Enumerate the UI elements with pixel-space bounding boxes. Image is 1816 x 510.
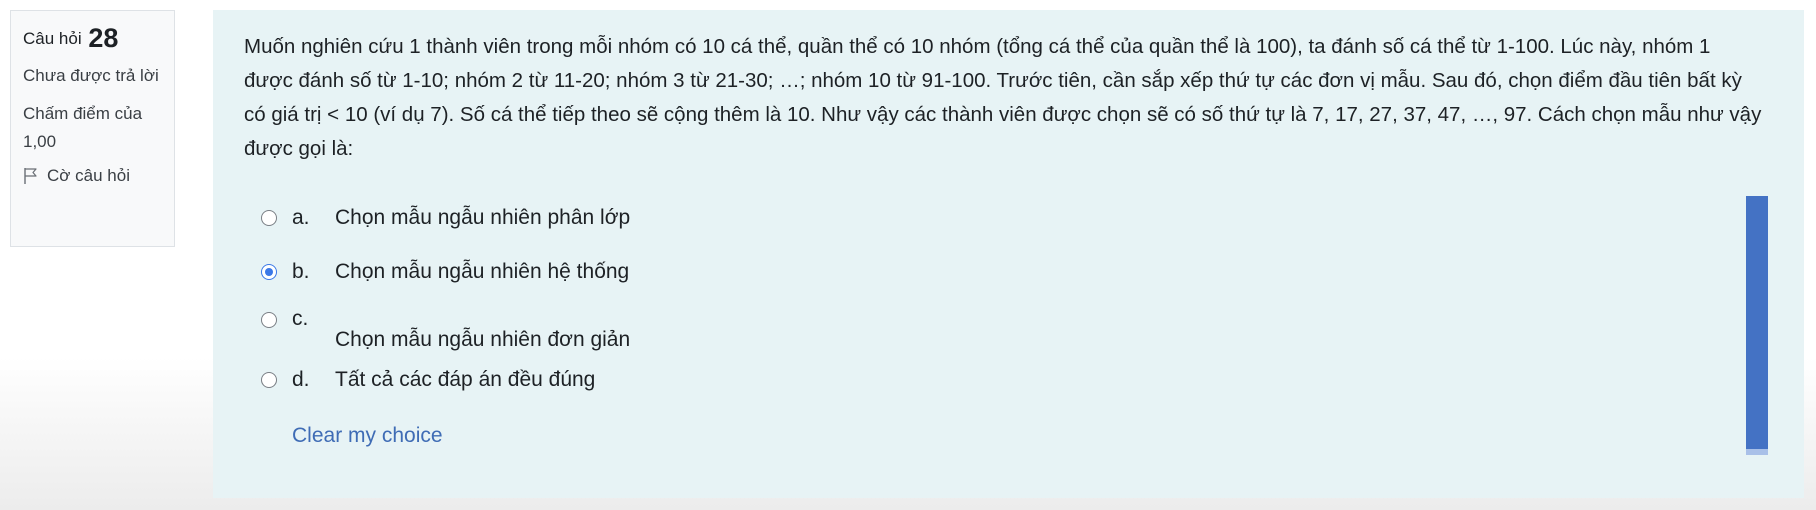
question-label: Câu hỏi [23,29,82,48]
answer-letter-b: b. [292,260,310,283]
answer-text-c[interactable]: Chọn mẫu ngẫu nhiên đơn giản [335,326,630,354]
answer-option-b[interactable]: b. Chọn mẫu ngẫu nhiên hệ thống [244,258,1776,312]
answer-option-d[interactable]: d. Tất cả các đáp án đều đúng [244,366,1776,420]
question-grade: Chấm điểm của 1,00 [23,104,143,151]
answer-options: a. Chọn mẫu ngẫu nhiên phân lớp b. Chọn … [244,204,1776,420]
answer-letter-a: a. [292,206,310,229]
flag-question-button[interactable]: Cờ câu hỏi [23,166,162,186]
flag-question-label: Cờ câu hỏi [47,166,130,185]
radio-d[interactable] [261,372,277,388]
answer-text-b[interactable]: Chọn mẫu ngẫu nhiên hệ thống [335,258,629,286]
question-number: Câu hỏi 28 [23,25,162,52]
question-state: Chưa được trả lời [23,66,159,85]
question-content: Muốn nghiên cứu 1 thành viên trong mỗi n… [213,10,1804,498]
answer-option-c[interactable]: c. Chọn mẫu ngẫu nhiên đơn giản [244,307,1776,366]
answer-text-a[interactable]: Chọn mẫu ngẫu nhiên phân lớp [335,204,630,232]
question-info-panel: Câu hỏi 28 Chưa được trả lời Chấm điểm c… [10,10,175,247]
answer-letter-c: c. [292,307,309,330]
answer-option-a[interactable]: a. Chọn mẫu ngẫu nhiên phân lớp [244,204,1776,258]
radio-b[interactable] [261,264,277,280]
radio-a[interactable] [261,210,277,226]
scrollbar-thumb[interactable] [1746,196,1768,455]
radio-c[interactable] [261,312,277,328]
answer-text-d[interactable]: Tất cả các đáp án đều đúng [335,366,595,394]
flag-icon [24,168,37,184]
question-text: Muốn nghiên cứu 1 thành viên trong mỗi n… [244,35,1762,160]
clear-choice-link[interactable]: Clear my choice [292,424,443,448]
answer-letter-d: d. [292,368,310,391]
question-number-value: 28 [88,23,119,53]
